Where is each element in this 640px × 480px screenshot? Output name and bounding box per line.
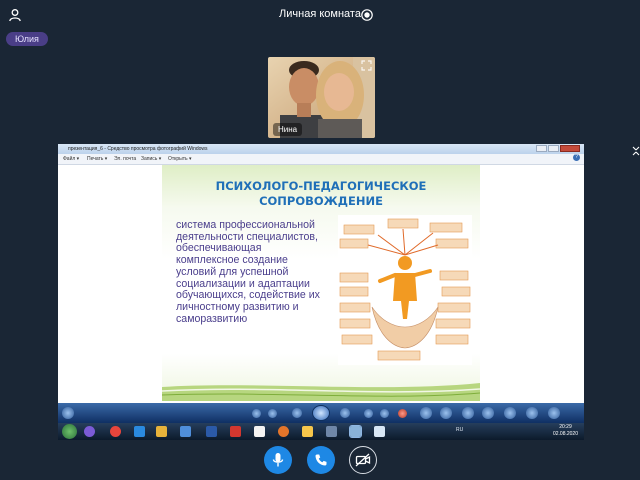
taskbar-camera-icon[interactable] (440, 407, 452, 419)
viewer-window-title: презентация_6 - Средство просмотра фотог… (68, 146, 208, 152)
slide-decoration (162, 383, 480, 401)
slide-body-text: система профессиональной деятельности сп… (176, 219, 320, 325)
phone-icon (315, 454, 327, 466)
camera-participant-name: Нина (273, 123, 303, 136)
taskbar-clock[interactable]: 20:29 02.08.2020 (553, 424, 578, 438)
media-icon[interactable] (180, 426, 191, 437)
yandex-icon[interactable] (254, 426, 265, 437)
taskbar-video-icon[interactable] (420, 407, 432, 419)
record-icon[interactable] (361, 9, 373, 21)
next-icon[interactable] (340, 408, 350, 418)
taskbar-share-icon[interactable] (526, 407, 538, 419)
app-icon-2[interactable] (326, 426, 337, 437)
camera-toggle-button[interactable] (349, 446, 377, 474)
taskbar-display-icon[interactable] (482, 407, 494, 419)
photo-viewer-icon[interactable] (349, 425, 362, 438)
hangup-button[interactable] (307, 446, 335, 474)
expand-icon[interactable] (361, 60, 372, 71)
menu-email[interactable]: Эл. почта (114, 154, 136, 164)
app-icon-1[interactable] (84, 426, 95, 437)
rotate-left-icon[interactable] (364, 409, 373, 418)
slide-title-line2: СОПРОВОЖДЕНИЕ (259, 194, 383, 208)
photo-viewer-controls (58, 403, 584, 423)
taskbar-date: 02.08.2020 (552, 431, 578, 437)
slide-title: ПСИХОЛОГО-ПЕДАГОГИЧЕСКОЕ СОПРОВОЖДЕНИЕ (162, 179, 480, 209)
language-indicator[interactable]: RU (456, 427, 463, 433)
fullscreen-toggle-icon[interactable] (632, 146, 640, 156)
menu-open[interactable]: Открыть ▾ (168, 154, 192, 164)
menu-file[interactable]: Файл ▾ (63, 154, 79, 164)
windows-taskbar: RU 20:29 02.08.2020 (58, 423, 584, 440)
taskbar-stop-icon[interactable] (462, 407, 474, 419)
actual-size-icon[interactable] (268, 409, 277, 418)
participant-badge[interactable]: Юлия (6, 32, 48, 46)
slideshow-button[interactable] (312, 405, 330, 421)
pdf-icon[interactable] (230, 426, 241, 437)
support-diagram-image (338, 215, 472, 365)
minimize-button[interactable] (536, 145, 547, 152)
viewer-help-button[interactable] (62, 407, 74, 419)
taskbar-settings-icon[interactable] (504, 407, 516, 419)
delete-icon[interactable] (398, 409, 407, 418)
rotate-right-icon[interactable] (380, 409, 389, 418)
word-icon[interactable] (206, 426, 217, 437)
menu-burn[interactable]: Запись ▾ (141, 154, 161, 164)
camera-off-icon (355, 453, 371, 467)
viewer-title-bar: презентация_6 - Средство просмотра фотог… (58, 144, 584, 154)
folder-icon[interactable] (302, 426, 313, 437)
zoom-icon[interactable] (252, 409, 261, 418)
room-title: Личная комната (279, 8, 361, 20)
slide-title-line1: ПСИХОЛОГО-ПЕДАГОГИЧЕСКОЕ (215, 179, 427, 193)
start-button[interactable] (62, 424, 77, 439)
ie-icon[interactable] (134, 426, 145, 437)
taskbar-menu-icon[interactable] (548, 407, 560, 419)
help-icon[interactable]: ? (573, 154, 580, 161)
chrome-icon[interactable] (110, 426, 121, 437)
presentation-slide: ПСИХОЛОГО-ПЕДАГОГИЧЕСКОЕ СОПРОВОЖДЕНИЕ с… (162, 165, 480, 401)
menu-print[interactable]: Печать ▾ (87, 154, 107, 164)
explorer-icon[interactable] (156, 426, 167, 437)
maximize-button[interactable] (548, 145, 559, 152)
taskbar-time: 20:29 (559, 424, 572, 430)
shared-screen: презентация_6 - Средство просмотра фотог… (58, 144, 584, 440)
viewer-menu-bar: Файл ▾ Печать ▾ Эл. почта Запись ▾ Откры… (58, 154, 584, 165)
app-icon-3[interactable] (374, 426, 385, 437)
firefox-icon[interactable] (278, 426, 289, 437)
close-button[interactable] (560, 145, 580, 152)
microphone-icon (272, 453, 284, 467)
microphone-button[interactable] (264, 446, 292, 474)
previous-icon[interactable] (292, 408, 302, 418)
